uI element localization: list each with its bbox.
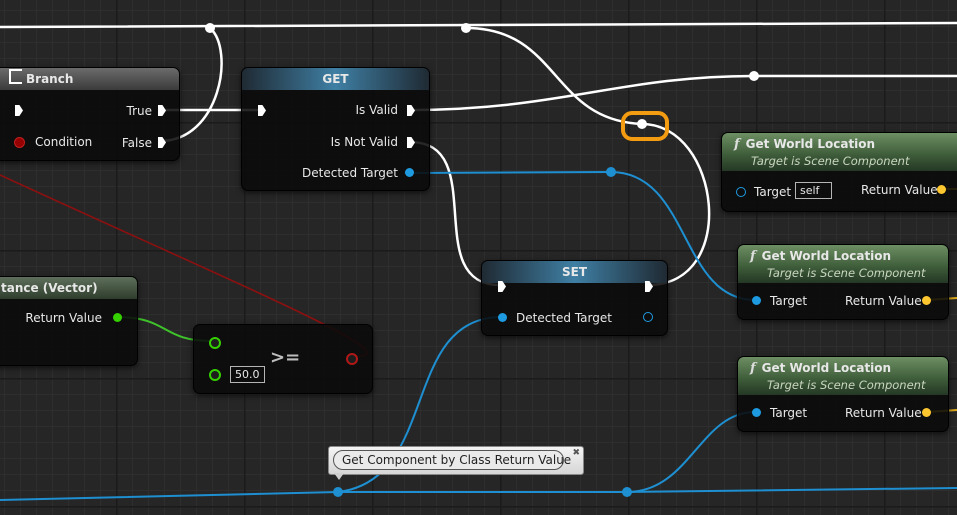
distance-return-pin[interactable]	[113, 313, 122, 322]
wire-knot[interactable]	[333, 487, 343, 497]
distance-title: tance (Vector)	[1, 281, 98, 295]
gwl1-target-pin[interactable]	[736, 187, 746, 197]
branch-node[interactable]: Branch True Condition False	[0, 67, 180, 161]
compare-a-pin[interactable]	[209, 337, 221, 349]
get-is-valid-pin[interactable]	[407, 105, 415, 116]
reroute-knot[interactable]	[637, 119, 647, 129]
compare-b-pin[interactable]	[209, 369, 221, 381]
object-wire-component-gwl3	[626, 411, 756, 493]
compare-b-value[interactable]: 50.0	[230, 366, 265, 383]
distance-return-label: Return Value	[25, 311, 102, 325]
gwl1-header: f Get World Location Target is Scene Comp…	[722, 133, 957, 171]
gwl3-return-pin[interactable]	[922, 408, 931, 417]
branch-header: Branch	[0, 68, 179, 90]
set-node[interactable]: SET Detected Target	[481, 260, 668, 336]
wire-tooltip-text: Get Component by Class Return Value	[342, 453, 572, 467]
function-icon: f	[734, 137, 740, 152]
set-title: SET	[561, 265, 588, 279]
get-title: GET	[322, 72, 349, 86]
wire-knot[interactable]	[622, 487, 632, 497]
wire-knot[interactable]	[205, 23, 215, 33]
gwl1-title: Get World Location	[745, 137, 876, 151]
get-detected-target-pin[interactable]	[405, 168, 414, 177]
gwl3-target-pin[interactable]	[752, 408, 761, 417]
get-node[interactable]: GET Is Valid Is Not Valid Detected Targe…	[241, 67, 430, 191]
set-output-pin[interactable]	[643, 312, 653, 322]
wire-knot[interactable]	[461, 23, 471, 33]
pin-icon[interactable]: ✖	[572, 448, 580, 458]
gwl3-subtitle: Target is Scene Component	[767, 378, 926, 392]
branch-condition-pin[interactable]	[14, 137, 25, 148]
get-world-location-node-1[interactable]: f Get World Location Target is Scene Comp…	[721, 132, 957, 212]
get-header: GET	[242, 68, 429, 90]
gwl3-target-label: Target	[770, 406, 808, 420]
wire-knot[interactable]	[749, 71, 759, 81]
gwl1-return-label: Return Value	[861, 183, 938, 197]
get-is-not-valid-label: Is Not Valid	[330, 135, 398, 149]
gwl2-return-pin[interactable]	[922, 296, 931, 305]
gwl2-target-pin[interactable]	[752, 296, 761, 305]
get-detected-target-label: Detected Target	[302, 166, 398, 180]
gwl1-target-default[interactable]: self	[795, 182, 832, 199]
get-exec-in-pin[interactable]	[258, 105, 266, 116]
gwl3-header: f Get World Location Target is Scene Comp…	[738, 357, 948, 395]
get-world-location-node-3[interactable]: f Get World Location Target is Scene Comp…	[737, 356, 949, 432]
compare-node[interactable]: 50.0 >=	[193, 324, 373, 394]
exec-wire-isvalid	[408, 74, 957, 112]
object-wire-component-long	[0, 487, 957, 501]
set-header: SET	[482, 261, 667, 283]
exec-wire-top	[0, 21, 957, 29]
get-is-valid-label: Is Valid	[355, 103, 398, 117]
gwl2-target-label: Target	[770, 294, 808, 308]
gwl1-return-pin[interactable]	[937, 185, 946, 194]
gwl2-title: Get World Location	[761, 249, 892, 263]
compare-operator: >=	[270, 347, 301, 368]
gwl2-header: f Get World Location Target is Scene Comp…	[738, 245, 948, 283]
set-detected-target-label: Detected Target	[516, 311, 612, 325]
wire-tooltip-pointer	[334, 473, 344, 480]
get-is-not-valid-pin[interactable]	[407, 137, 415, 148]
branch-icon	[9, 69, 22, 84]
gwl3-title: Get World Location	[761, 361, 892, 375]
compare-result-pin[interactable]	[346, 353, 358, 365]
function-icon: f	[750, 249, 756, 264]
gwl2-subtitle: Target is Scene Component	[767, 266, 926, 280]
gwl1-subtitle: Target is Scene Component	[751, 154, 910, 168]
branch-condition-label: Condition	[35, 135, 93, 149]
get-world-location-node-2[interactable]: f Get World Location Target is Scene Comp…	[737, 244, 949, 320]
branch-title: Branch	[26, 72, 74, 86]
function-icon: f	[750, 361, 756, 376]
distance-header: tance (Vector)	[0, 277, 137, 299]
exec-wire-to-reroute	[464, 26, 644, 126]
distance-vector-node[interactable]: tance (Vector) Return Value	[0, 276, 138, 366]
set-detected-target-pin[interactable]	[498, 313, 507, 322]
branch-false-pin[interactable]	[158, 137, 166, 148]
branch-exec-in-pin[interactable]	[15, 105, 23, 116]
wire-tooltip[interactable]: Get Component by Class Return Value ✖	[328, 446, 584, 475]
branch-true-label: True	[126, 104, 153, 118]
branch-false-label: False	[121, 136, 152, 150]
gwl1-target-label: Target	[754, 185, 792, 199]
gwl3-return-label: Return Value	[845, 406, 922, 420]
wire-knot[interactable]	[606, 167, 616, 177]
gwl2-return-label: Return Value	[845, 294, 922, 308]
branch-true-pin[interactable]	[158, 105, 166, 116]
